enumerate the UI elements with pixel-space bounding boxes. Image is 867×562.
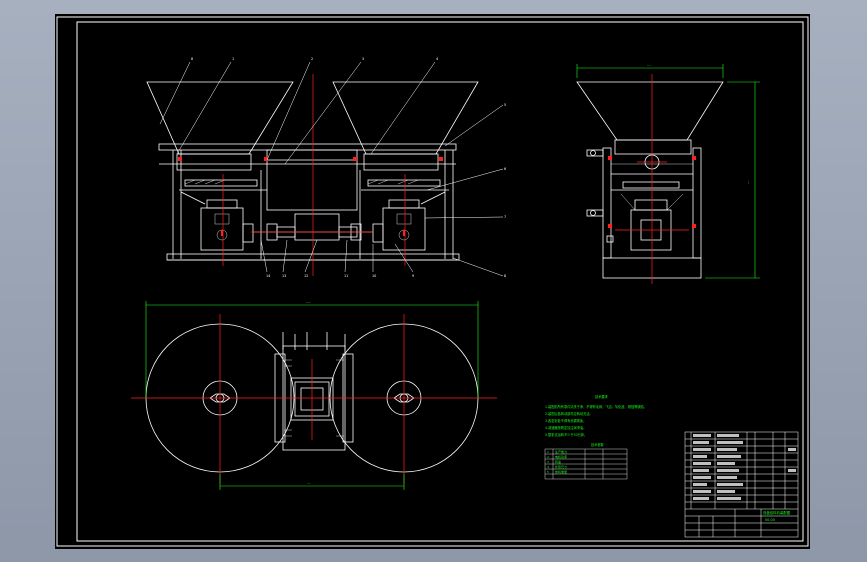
part-number-label: 3 xyxy=(362,57,364,61)
note-line: 3.各密封处不得有渗漏现象。 xyxy=(545,418,586,423)
drive-unit xyxy=(294,213,340,241)
drawing-sheet: 8 1 2 3 4 5 6 7 8 9 10 11 12 13 14 --- -… xyxy=(55,14,810,549)
param-cell: 电机功率 xyxy=(555,454,567,459)
note-line: 5.整机试运转不少于30分钟。 xyxy=(545,432,587,437)
drawing-name: 双盘给料机装配图 xyxy=(763,510,791,515)
part-number-label: 8 xyxy=(191,57,193,61)
part-number-label: 5 xyxy=(504,103,506,107)
notes-title: 技术要求 xyxy=(595,394,609,399)
note-line: 2.装配后各转动部件应转动灵活。 xyxy=(545,411,593,416)
part-number-label: 6 xyxy=(504,167,506,171)
drawing-number: 00-00 xyxy=(765,518,775,522)
param-cell: 3 xyxy=(547,460,549,464)
top-dim-bottom: --- xyxy=(307,481,311,485)
param-cell: 转速 xyxy=(555,459,561,464)
cad-drawing: 8 1 2 3 4 5 6 7 8 9 10 11 12 13 14 --- -… xyxy=(56,16,809,547)
part-number-label: 9 xyxy=(412,274,414,278)
side-dim-top: --- xyxy=(647,63,651,67)
param-cell: 2 xyxy=(547,455,549,459)
side-view xyxy=(576,81,724,279)
parameter-table: 技术参数 1 生产能力 2 电机功率 3 转速 4 外形尺寸 5 整机重量 xyxy=(544,442,628,480)
param-cell: 生产能力 xyxy=(555,449,567,454)
param-cell: 外形尺寸 xyxy=(555,464,567,469)
left-hopper xyxy=(146,81,294,155)
right-hopper xyxy=(332,81,479,155)
part-number-label: 13 xyxy=(282,274,286,278)
part-number-label: 14 xyxy=(266,274,270,278)
side-hopper xyxy=(576,81,724,141)
part-number-label: 2 xyxy=(311,57,313,61)
top-beam xyxy=(158,143,457,151)
part-number-label: 7 xyxy=(504,215,506,219)
param-cell: 5 xyxy=(547,470,549,474)
front-view xyxy=(146,81,479,261)
part-number-label: 11 xyxy=(344,274,348,278)
param-cell: 4 xyxy=(547,465,549,469)
part-number-label: 10 xyxy=(372,274,376,278)
param-cell: 1 xyxy=(547,450,549,454)
note-line: 1.装配前所有零件清洗干净，不得有毛刺、飞边、氧化皮、锈蚀等缺陷。 xyxy=(545,404,647,409)
part-number-label: 4 xyxy=(436,57,438,61)
left-gearbox xyxy=(200,207,244,251)
param-cell: 整机重量 xyxy=(555,469,567,474)
part-number-label: 8 xyxy=(504,274,506,278)
right-gearbox xyxy=(382,207,426,251)
technical-notes: 技术要求 1.装配前所有零件清洗干净，不得有毛刺、飞边、氧化皮、锈蚀等缺陷。 2… xyxy=(545,394,647,437)
note-line: 4.减速器按规定加注润滑油。 xyxy=(545,425,586,430)
params-title: 技术参数 xyxy=(591,442,605,447)
top-dim-top: ---- xyxy=(306,300,312,304)
part-number-label: 1 xyxy=(232,57,234,61)
side-dim-right: --- xyxy=(746,180,750,184)
part-number-label: 12 xyxy=(304,274,308,278)
